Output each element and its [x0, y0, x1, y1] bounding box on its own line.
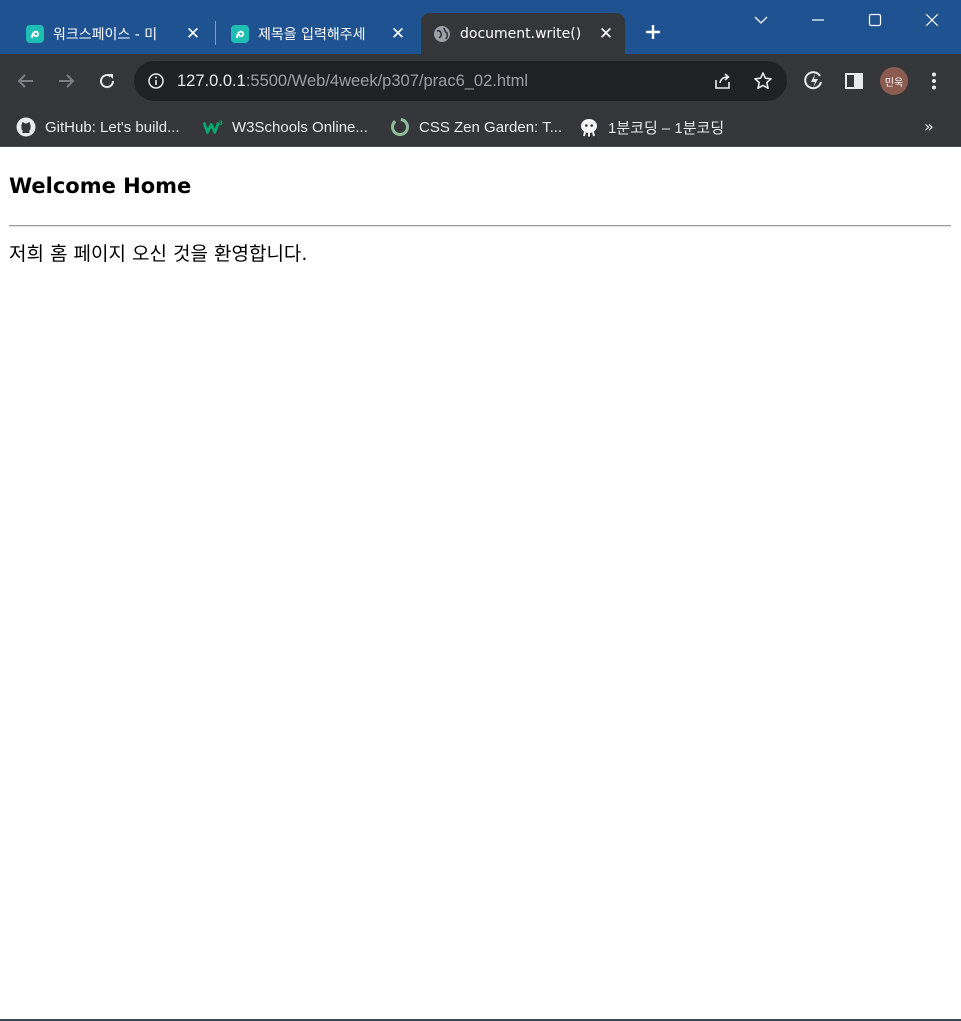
github-icon	[16, 117, 36, 137]
welcome-paragraph: 저희 홈 페이지 오신 것을 환영합니다.	[9, 243, 308, 265]
replit-icon	[231, 24, 249, 43]
back-arrow-icon[interactable]	[11, 66, 41, 96]
tab-title: 제목을 입력해주세	[258, 26, 366, 43]
page-content: Welcome Home 저희 홈 페이지 오신 것을 환영합니다.	[0, 148, 961, 1021]
url-text: 127.0.0.1:5500/Web/4week/p307/prac6_02.h…	[177, 61, 528, 101]
address-bar[interactable]: 127.0.0.1:5500/Web/4week/p307/prac6_02.h…	[134, 61, 787, 101]
tab-title: document.write()	[460, 25, 582, 42]
page-heading: Welcome Home	[9, 174, 192, 198]
svg-text:3: 3	[218, 120, 222, 127]
share-icon[interactable]	[713, 71, 733, 95]
minimize-icon[interactable]	[803, 6, 833, 34]
title-bar: 워크스페이스 - 미 ✕ 제목을 입력해주세 ✕ document.write(…	[0, 0, 961, 54]
info-icon[interactable]	[147, 72, 165, 94]
chevron-down-icon[interactable]	[746, 6, 776, 34]
divider	[9, 225, 951, 227]
close-window-icon[interactable]	[917, 6, 947, 34]
more-menu-icon[interactable]	[919, 66, 949, 96]
bookmark-w3schools[interactable]: 3 W3Schools Online...	[203, 112, 368, 142]
star-icon[interactable]	[753, 71, 773, 95]
bookmark-github[interactable]: GitHub: Let's build...	[16, 112, 180, 142]
bookmark-label: 1분코딩 – 1분코딩	[608, 119, 725, 137]
reload-icon[interactable]	[92, 66, 122, 96]
tab-divider	[215, 21, 216, 45]
avatar[interactable]: 민욱	[880, 67, 908, 95]
tab-title: 워크스페이스 - 미	[53, 26, 158, 43]
browser-toolbar: 127.0.0.1:5500/Web/4week/p307/prac6_02.h…	[0, 54, 961, 108]
bookmark-css-zen-garden[interactable]: CSS Zen Garden: T...	[390, 112, 562, 142]
new-tab-button[interactable]	[640, 19, 666, 45]
bookmarks-overflow-button[interactable]: »	[924, 117, 934, 136]
close-icon[interactable]: ✕	[387, 23, 409, 45]
coding-icon	[579, 117, 599, 137]
side-panel-icon[interactable]	[839, 66, 869, 96]
tab-document-write[interactable]: document.write() ✕	[421, 13, 625, 54]
zen-garden-icon	[390, 117, 410, 137]
bookmark-label: CSS Zen Garden: T...	[419, 118, 563, 136]
performance-icon[interactable]	[799, 66, 829, 96]
bookmark-label: GitHub: Let's build...	[45, 118, 180, 136]
bookmarks-bar: GitHub: Let's build... 3 W3Schools Onlin…	[0, 108, 961, 147]
maximize-icon[interactable]	[860, 6, 890, 34]
close-icon[interactable]: ✕	[595, 23, 617, 45]
bookmark-label: W3Schools Online...	[232, 118, 368, 136]
url-path: :5500/Web/4week/p307/prac6_02.html	[245, 72, 529, 90]
globe-icon	[433, 25, 451, 43]
forward-arrow-icon[interactable]	[51, 66, 81, 96]
url-host: 127.0.0.1	[177, 72, 246, 90]
w3schools-icon: 3	[203, 117, 223, 137]
profile-label: 민욱	[884, 77, 904, 89]
bookmark-1min-coding[interactable]: 1분코딩 – 1분코딩	[579, 112, 724, 142]
close-icon[interactable]: ✕	[182, 23, 204, 45]
tab-untitled[interactable]: 제목을 입력해주세 ✕	[219, 13, 417, 54]
replit-icon	[26, 24, 44, 43]
tab-workspace[interactable]: 워크스페이스 - 미 ✕	[14, 13, 212, 54]
